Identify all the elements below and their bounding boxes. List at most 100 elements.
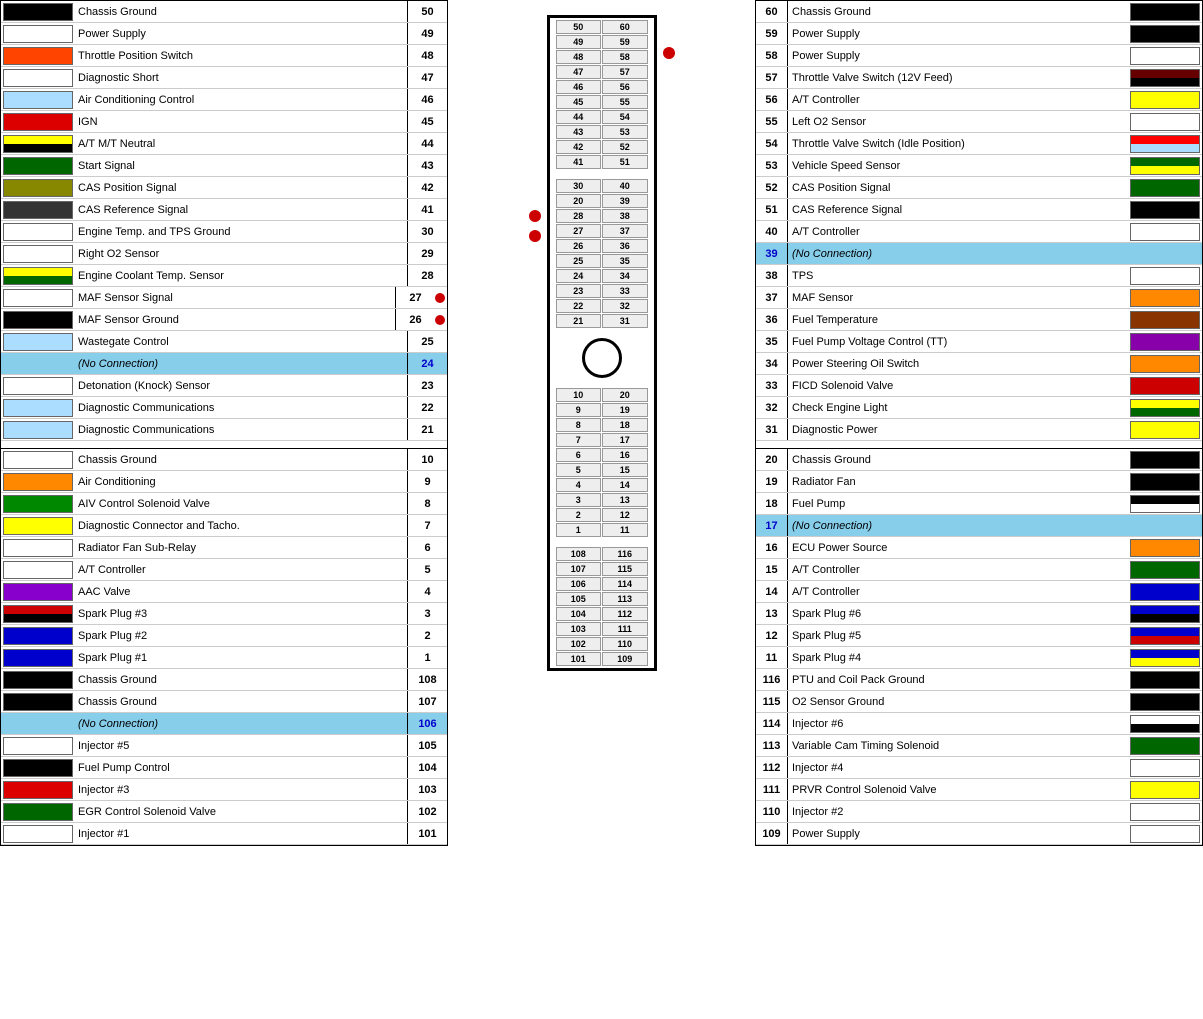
wire-color-swatch	[1130, 47, 1200, 65]
left-pin-row: Chassis Ground108	[1, 669, 447, 691]
pin-number: 8	[407, 493, 447, 514]
left-pin-row: Chassis Ground107	[1, 691, 447, 713]
connector-pin: 55	[602, 95, 648, 109]
right-pin-row: 39(No Connection)	[756, 243, 1202, 265]
pin-label: Engine Temp. and TPS Ground	[76, 226, 407, 238]
pin-label: Diagnostic Short	[76, 72, 407, 84]
wire-color-swatch	[3, 605, 73, 623]
connector-pin: 28	[556, 209, 602, 223]
pin-label: Diagnostic Power	[788, 424, 1127, 436]
pin-number: 28	[407, 265, 447, 286]
pin-label: Fuel Pump	[788, 498, 1127, 510]
wire-color-swatch	[1130, 69, 1200, 87]
pin-label: Vehicle Speed Sensor	[788, 160, 1127, 172]
wire-color-swatch	[3, 473, 73, 491]
right-pin-row: 57Throttle Valve Switch (12V Feed)	[756, 67, 1202, 89]
pin-number: 36	[756, 309, 788, 330]
pin-label: Power Steering Oil Switch	[788, 358, 1127, 370]
pin-label: Fuel Pump Control	[76, 762, 407, 774]
pin-number: 16	[756, 537, 788, 558]
connector-pin: 103	[556, 622, 602, 636]
right-pin-row: 59Power Supply	[756, 23, 1202, 45]
right-pin-row: 38TPS	[756, 265, 1202, 287]
connector-pin: 22	[556, 299, 602, 313]
wire-color-swatch	[3, 113, 73, 131]
pin-number: 17	[756, 515, 788, 536]
main-container: Chassis Ground50Power Supply49Throttle P…	[0, 0, 1203, 846]
pin-label: IGN	[76, 116, 407, 128]
pin-number: 7	[407, 515, 447, 536]
pin-label: (No Connection)	[788, 520, 1127, 532]
wire-color-swatch	[3, 377, 73, 395]
wire-color-swatch	[3, 223, 73, 241]
pin-label: FICD Solenoid Valve	[788, 380, 1127, 392]
pin-label: Injector #2	[788, 806, 1127, 818]
wire-color-swatch	[1130, 377, 1200, 395]
wire-color-swatch	[1130, 201, 1200, 219]
pin-label: Chassis Ground	[76, 674, 407, 686]
pin-number: 24	[407, 353, 447, 374]
right-pin-row: 13Spark Plug #6	[756, 603, 1202, 625]
pin-number: 105	[407, 735, 447, 756]
pin-number: 39	[756, 243, 788, 264]
connector-pin: 111	[602, 622, 648, 636]
connector-pin: 41	[556, 155, 602, 169]
connector-pin: 15	[602, 463, 648, 477]
connector-pin: 7	[556, 433, 602, 447]
pin-number: 2	[407, 625, 447, 646]
pin-number: 113	[756, 735, 788, 756]
pin-label: Diagnostic Communications	[76, 402, 407, 414]
left-pin-row: A/T Controller5	[1, 559, 447, 581]
connector-pin: 109	[602, 652, 648, 666]
wire-color-swatch	[1130, 451, 1200, 469]
pin-number-grid: 5060495948584757465645554454435342524151	[550, 18, 654, 171]
connector-pin: 13	[602, 493, 648, 507]
pin-number: 26	[395, 309, 435, 330]
right-pin-row: 31Diagnostic Power	[756, 419, 1202, 441]
wire-color-swatch	[3, 627, 73, 645]
left-pin-row: Engine Coolant Temp. Sensor28	[1, 265, 447, 287]
connector-pin: 20	[556, 194, 602, 208]
connector-pin: 51	[602, 155, 648, 169]
section-gap	[756, 441, 1202, 449]
connector-pin: 33	[602, 284, 648, 298]
connector-pin: 32	[602, 299, 648, 313]
connector-pin: 3	[556, 493, 602, 507]
pin-number: 23	[407, 375, 447, 396]
connector-pin: 115	[602, 562, 648, 576]
connector-pin: 54	[602, 110, 648, 124]
connector-pin: 112	[602, 607, 648, 621]
pin-number: 14	[756, 581, 788, 602]
pin-label: Diagnostic Communications	[76, 424, 407, 436]
connector-pin: 9	[556, 403, 602, 417]
pin-label: Throttle Position Switch	[76, 50, 407, 62]
left-pin-row: Injector #1101	[1, 823, 447, 845]
right-pin-row: 114Injector #6	[756, 713, 1202, 735]
wire-color-swatch	[1130, 91, 1200, 109]
pin-label: (No Connection)	[76, 358, 407, 370]
wire-color-swatch	[1130, 333, 1200, 351]
right-pin-row: 115O2 Sensor Ground	[756, 691, 1202, 713]
connector-pin: 42	[556, 140, 602, 154]
wire-color-swatch	[3, 715, 73, 733]
pin-number: 18	[756, 493, 788, 514]
wire-color-swatch	[1130, 495, 1200, 513]
pin-label: AIV Control Solenoid Valve	[76, 498, 407, 510]
pin-label: Power Supply	[788, 828, 1127, 840]
wire-color-swatch	[3, 25, 73, 43]
connector-pin: 52	[602, 140, 648, 154]
pin-label: Injector #1	[76, 828, 407, 840]
pin-number: 106	[407, 713, 447, 734]
right-pin-row: 110Injector #2	[756, 801, 1202, 823]
pin-number: 56	[756, 89, 788, 110]
pin-label: A/T Controller	[788, 564, 1127, 576]
connector-pin: 113	[602, 592, 648, 606]
right-pin-row: 19Radiator Fan	[756, 471, 1202, 493]
connector-pin: 59	[602, 35, 648, 49]
right-pin-row: 14A/T Controller	[756, 581, 1202, 603]
pin-number: 30	[407, 221, 447, 242]
pin-label: Power Supply	[788, 50, 1127, 62]
pin-number: 114	[756, 713, 788, 734]
connection-dot-26	[529, 230, 541, 242]
pin-number: 21	[407, 419, 447, 440]
